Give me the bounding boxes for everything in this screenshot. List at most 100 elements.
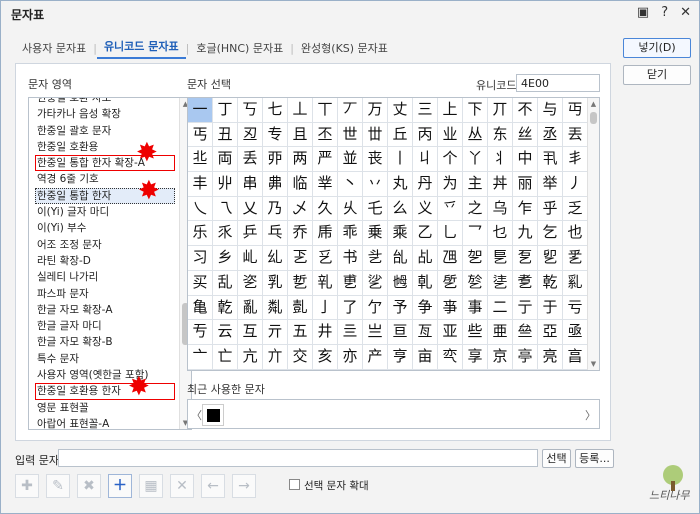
char-cell[interactable]: 乒 <box>238 221 263 247</box>
char-cell[interactable]: 事 <box>463 295 488 321</box>
char-cell[interactable]: 乾 <box>538 270 563 296</box>
char-cell[interactable]: 乜 <box>488 221 513 247</box>
tab-user-charmap[interactable]: 사용자 문자표 <box>15 40 93 56</box>
char-cell[interactable]: 亭 <box>513 344 538 370</box>
char-cell[interactable]: 五 <box>288 320 313 345</box>
char-cell[interactable]: 亞 <box>538 320 563 345</box>
char-cell[interactable]: 乊 <box>438 196 463 222</box>
char-cell[interactable]: 丅 <box>313 98 338 123</box>
char-cell[interactable]: 丹 <box>413 172 438 197</box>
tab-unicode-charmap[interactable]: 유니코드 문자표 <box>96 38 186 59</box>
char-cell[interactable]: 乶 <box>338 270 363 296</box>
char-cell[interactable]: 亮 <box>538 344 563 370</box>
char-cell[interactable]: 丿 <box>563 172 588 197</box>
chat-icon[interactable]: ▣ <box>637 5 649 20</box>
char-cell[interactable]: 亥 <box>313 344 338 370</box>
char-cell[interactable]: 亂 <box>238 295 263 321</box>
char-cell[interactable]: 井 <box>313 320 338 345</box>
add-char-icon[interactable]: ✚ <box>15 474 39 498</box>
char-cell[interactable]: 乹 <box>413 270 438 296</box>
char-cell[interactable]: 乁 <box>213 196 238 222</box>
char-cell[interactable]: 些 <box>463 320 488 345</box>
char-cell[interactable]: 丮 <box>538 147 563 173</box>
char-cell[interactable]: 乽 <box>513 270 538 296</box>
char-cell[interactable]: 乇 <box>363 196 388 222</box>
char-cell[interactable]: 专 <box>263 122 288 148</box>
char-cell[interactable]: 严 <box>313 147 338 173</box>
char-cell[interactable]: 丈 <box>388 98 413 123</box>
char-cell[interactable]: 丽 <box>513 172 538 197</box>
close-button[interactable]: 닫기 <box>623 65 691 85</box>
char-cell[interactable]: 亣 <box>263 344 288 370</box>
char-cell[interactable]: 与 <box>538 98 563 123</box>
char-cell[interactable]: 乲 <box>238 270 263 296</box>
help-icon[interactable]: ? <box>661 5 668 20</box>
char-cell[interactable]: 上 <box>438 98 463 123</box>
char-cell[interactable]: 亢 <box>238 344 263 370</box>
char-area-item[interactable]: 어조 조정 문자 <box>35 237 175 253</box>
char-cell[interactable]: 七 <box>263 98 288 123</box>
char-area-item[interactable]: 한중일 호환용 한자 <box>35 383 175 400</box>
char-cell[interactable]: 乏 <box>563 196 588 222</box>
tab-hnc-charmap[interactable]: 호글(HNC) 문자표 <box>189 40 290 56</box>
char-cell[interactable]: 丨 <box>388 147 413 173</box>
char-cell[interactable]: 乑 <box>213 221 238 247</box>
char-cell[interactable]: 一 <box>188 98 213 123</box>
char-cell[interactable]: 丘 <box>388 122 413 148</box>
plus-icon[interactable]: ＋ <box>108 474 132 498</box>
char-cell[interactable]: 丸 <box>388 172 413 197</box>
char-cell[interactable]: 乚 <box>438 221 463 247</box>
char-cell[interactable]: 二 <box>488 295 513 321</box>
char-cell[interactable]: 乪 <box>438 246 463 271</box>
char-cell[interactable]: 亐 <box>188 320 213 345</box>
char-cell[interactable]: 乖 <box>338 221 363 247</box>
char-cell[interactable]: 亝 <box>513 320 538 345</box>
char-area-item[interactable]: 가타카나 음성 확장 <box>35 106 175 122</box>
scroll-thumb[interactable] <box>590 112 597 124</box>
char-cell[interactable]: 丙 <box>413 122 438 148</box>
char-cell[interactable]: 个 <box>438 147 463 173</box>
char-cell[interactable]: 亁 <box>213 295 238 321</box>
char-cell[interactable]: 丯 <box>563 147 588 173</box>
char-cell[interactable]: 亍 <box>513 295 538 321</box>
char-area-item[interactable]: 실레티 나가리 <box>35 269 175 285</box>
char-cell[interactable]: 之 <box>463 196 488 222</box>
char-cell[interactable]: 丶 <box>338 172 363 197</box>
char-cell[interactable]: 乨 <box>388 246 413 271</box>
char-cell[interactable]: 为 <box>438 172 463 197</box>
char-cell[interactable]: 並 <box>338 147 363 173</box>
char-area-item[interactable]: 한중일 괄호 문자 <box>35 123 175 139</box>
table-icon[interactable]: ▦ <box>139 474 163 498</box>
char-cell[interactable]: 乓 <box>263 221 288 247</box>
char-cell[interactable]: 丩 <box>413 147 438 173</box>
char-cell[interactable]: 乘 <box>388 221 413 247</box>
char-cell[interactable]: 乫 <box>463 246 488 271</box>
char-cell[interactable]: 丑 <box>213 122 238 148</box>
char-cell[interactable]: 么 <box>388 196 413 222</box>
char-area-item[interactable]: 파스파 문자 <box>35 286 175 302</box>
char-cell[interactable]: 书 <box>338 246 363 271</box>
char-cell[interactable]: 乆 <box>338 196 363 222</box>
char-cell[interactable]: 丫 <box>463 147 488 173</box>
char-cell[interactable]: 亜 <box>488 320 513 345</box>
grid-scrollbar[interactable]: ▲ ▼ <box>587 98 599 370</box>
char-grid[interactable]: 一丁丂七丄丅丆万丈三上下丌不与丏丐丑丒专且丕世丗丘丙业丛东丝丞丟丠両丢丣两严並丧… <box>187 97 600 371</box>
char-cell[interactable]: 丒 <box>238 122 263 148</box>
char-cell[interactable]: 亚 <box>438 320 463 345</box>
char-cell[interactable]: 丠 <box>188 147 213 173</box>
register-button[interactable]: 등록... <box>575 449 614 468</box>
char-area-item[interactable]: 라틴 확장-D <box>35 253 175 269</box>
char-cell[interactable]: 乬 <box>488 246 513 271</box>
scroll-up-icon[interactable]: ▲ <box>588 98 599 110</box>
char-cell[interactable]: 丳 <box>263 172 288 197</box>
char-cell[interactable]: 乣 <box>263 246 288 271</box>
char-cell[interactable]: 丞 <box>538 122 563 148</box>
tab-ks-charmap[interactable]: 완성형(KS) 문자표 <box>294 40 395 56</box>
char-cell[interactable]: 亙 <box>413 320 438 345</box>
char-cell[interactable]: 亅 <box>313 295 338 321</box>
char-cell[interactable]: 丷 <box>363 172 388 197</box>
char-cell[interactable]: 亏 <box>563 295 588 321</box>
recent-prev-icon[interactable]: 〈 <box>191 407 202 423</box>
char-cell[interactable]: 丵 <box>313 172 338 197</box>
char-cell[interactable]: 争 <box>413 295 438 321</box>
